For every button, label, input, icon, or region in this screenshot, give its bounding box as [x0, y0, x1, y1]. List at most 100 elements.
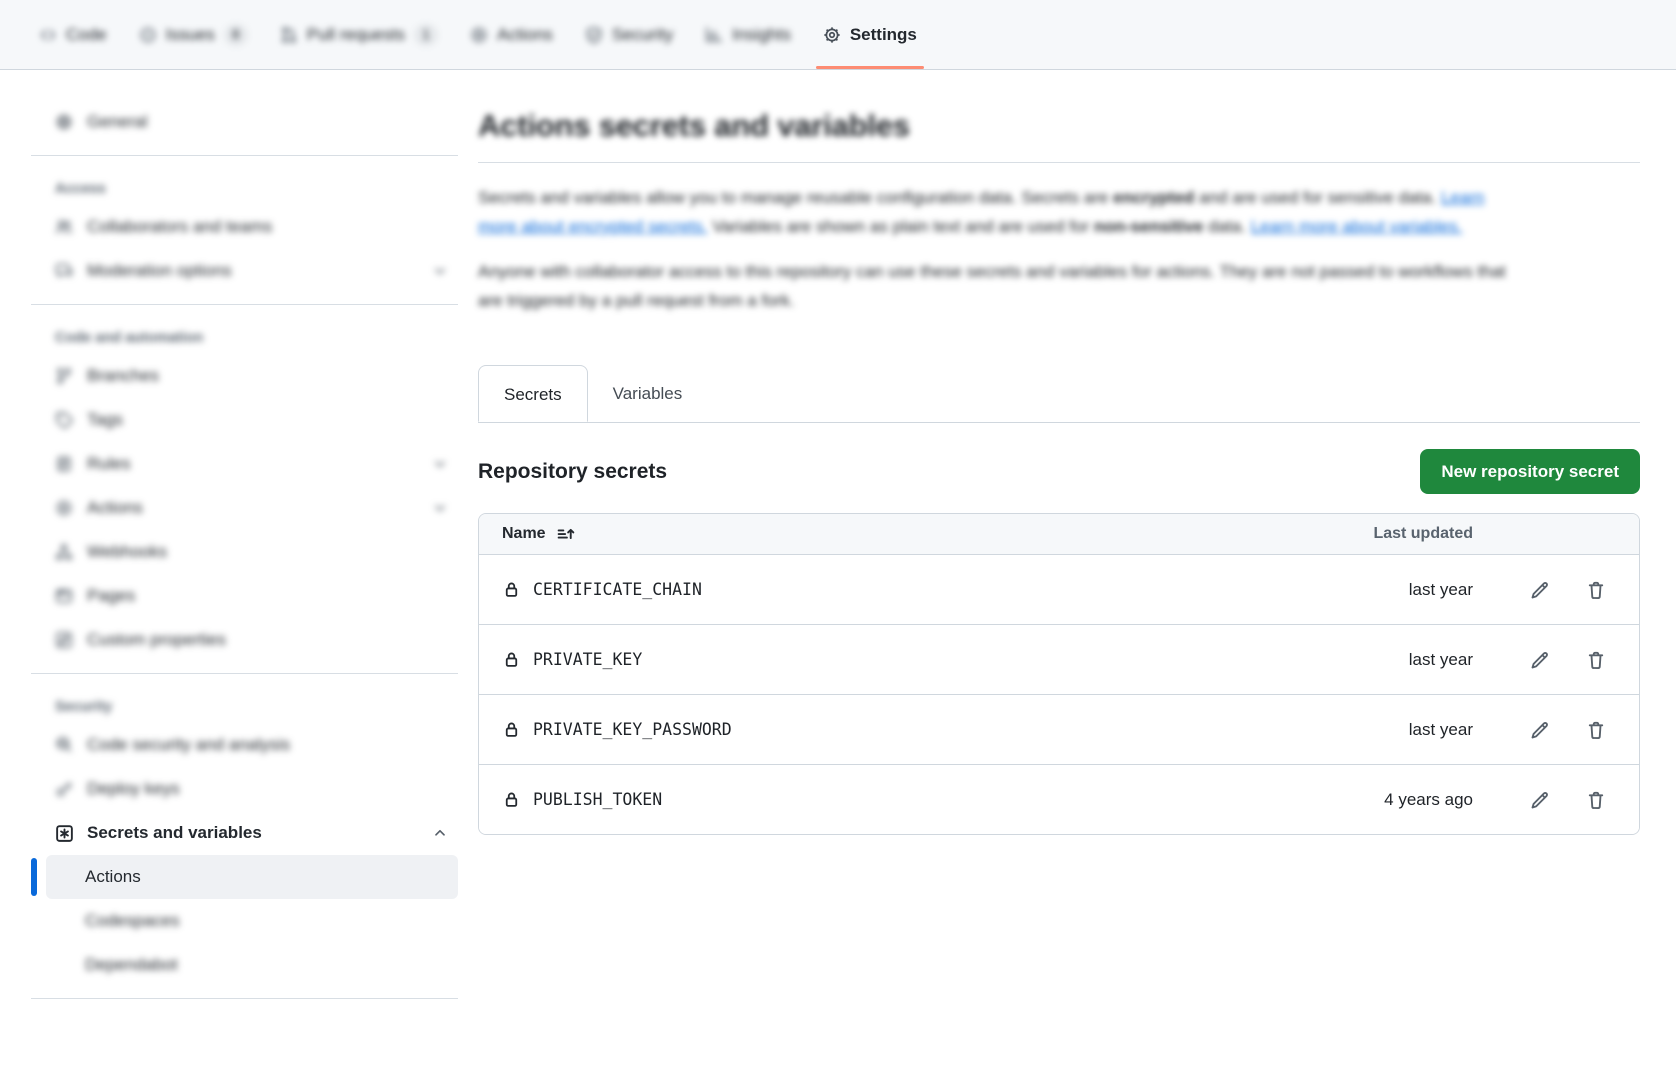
secret-name: PRIVATE_KEY	[533, 650, 642, 669]
tab-secrets[interactable]: Secrets	[478, 365, 588, 422]
nav-item-label: Actions	[497, 25, 553, 45]
sidebar-item-label: Pages	[87, 586, 448, 606]
sidebar-item-rules[interactable]: Rules	[46, 442, 458, 486]
trash-icon	[1586, 790, 1606, 810]
secret-name: PRIVATE_KEY_PASSWORD	[533, 720, 732, 739]
comment-discussion-icon	[55, 262, 73, 280]
intro-text: data.	[1208, 217, 1246, 236]
trash-icon	[1586, 650, 1606, 670]
tag-icon	[55, 411, 73, 429]
sidebar-section-header: Access	[46, 167, 458, 205]
edit-secret-button[interactable]	[1530, 580, 1550, 600]
sidebar-section-header: Code and automation	[46, 316, 458, 354]
sort-by-name-control[interactable]: Name	[502, 525, 575, 544]
intro-paragraph: Secrets and variables allow you to manag…	[478, 183, 1513, 241]
sidebar-section-header: Security	[46, 685, 458, 723]
secret-name: CERTIFICATE_CHAIN	[533, 580, 702, 599]
git-branch-icon	[55, 367, 73, 385]
graph-icon	[705, 26, 723, 44]
settings-sidebar: General Access Collabo	[31, 70, 458, 1010]
codescan-icon	[55, 736, 73, 754]
sidebar-item-label: Actions	[87, 498, 432, 518]
sidebar-item-general[interactable]: General	[46, 100, 458, 144]
nav-item-actions[interactable]: Actions	[457, 0, 566, 69]
count-badge: 8	[224, 24, 248, 46]
sidebar-item-label: Tags	[87, 410, 448, 430]
secrets-variables-tabs: Secrets Variables	[478, 365, 1640, 423]
secret-last-updated: last year	[1323, 720, 1473, 740]
new-repository-secret-button[interactable]: New repository secret	[1420, 449, 1640, 494]
asterisk-box-icon	[55, 824, 73, 842]
sidebar-item-webhooks[interactable]: Webhooks	[46, 530, 458, 574]
sidebar-item-collaborators-and-teams[interactable]: Collaborators and teams	[46, 205, 458, 249]
lock-icon	[502, 580, 521, 599]
secret-row-private-key: PRIVATE_KEY last year	[479, 624, 1639, 694]
sidebar-item-secrets-and-variables[interactable]: Secrets and variables	[46, 811, 458, 855]
secret-last-updated: last year	[1323, 580, 1473, 600]
nav-item-issues[interactable]: Issues 8	[126, 0, 261, 69]
shield-icon	[585, 26, 603, 44]
delete-secret-button[interactable]	[1586, 720, 1606, 740]
intro-text: Secrets and variables allow you to manag…	[478, 188, 1108, 207]
secret-row-publish-token: PUBLISH_TOKEN 4 years ago	[479, 764, 1639, 834]
nav-item-label: Settings	[850, 25, 917, 45]
sidebar-item-tags[interactable]: Tags	[46, 398, 458, 442]
sidebar-item-label: Dependabot	[85, 955, 448, 975]
lock-icon	[502, 790, 521, 809]
pencil-icon	[1530, 650, 1550, 670]
pencil-icon	[1530, 720, 1550, 740]
delete-secret-button[interactable]	[1586, 580, 1606, 600]
secret-row-private-key-password: PRIVATE_KEY_PASSWORD last year	[479, 694, 1639, 764]
sidebar-item-branches[interactable]: Branches	[46, 354, 458, 398]
nav-item-settings[interactable]: Settings	[810, 0, 930, 69]
sidebar-item-label: Actions	[85, 867, 448, 887]
nav-item-insights[interactable]: Insights	[692, 0, 804, 69]
sidebar-item-label: Codespaces	[85, 911, 448, 931]
nav-item-pull-requests[interactable]: Pull requests 1	[267, 0, 451, 69]
sidebar-item-codespaces[interactable]: Codespaces	[46, 899, 458, 943]
rules-icon	[55, 455, 73, 473]
last-updated-column-header: Last updated	[1323, 525, 1473, 543]
sidebar-item-dependabot[interactable]: Dependabot	[46, 943, 458, 987]
sidebar-item-label: Rules	[87, 454, 432, 474]
delete-secret-button[interactable]	[1586, 650, 1606, 670]
page-title: Actions secrets and variables	[478, 108, 1640, 144]
name-column-header: Name	[502, 525, 546, 543]
lock-icon	[502, 720, 521, 739]
sidebar-item-actions[interactable]: Actions	[46, 486, 458, 530]
tab-variables[interactable]: Variables	[588, 365, 708, 422]
delete-secret-button[interactable]	[1586, 790, 1606, 810]
nav-item-label: Code	[66, 25, 107, 45]
issue-opened-icon	[139, 26, 157, 44]
nav-item-code[interactable]: Code	[26, 0, 120, 69]
edit-secret-button[interactable]	[1530, 650, 1550, 670]
link-variables[interactable]: Learn more about variables.	[1251, 217, 1463, 236]
intro-text: and are used for sensitive data.	[1199, 188, 1436, 207]
edit-secret-button[interactable]	[1530, 790, 1550, 810]
sidebar-item-custom-properties[interactable]: Custom properties	[46, 618, 458, 662]
table-body: CERTIFICATE_CHAIN last year	[479, 554, 1639, 834]
nav-item-security[interactable]: Security	[572, 0, 686, 69]
trash-icon	[1586, 580, 1606, 600]
edit-secret-button[interactable]	[1530, 720, 1550, 740]
sidebar-item-actions[interactable]: Actions	[46, 855, 458, 899]
sidebar-item-label: Webhooks	[87, 542, 448, 562]
sidebar-item-code-security-and-analysis[interactable]: Code security and analysis	[46, 723, 458, 767]
sidebar-item-moderation-options[interactable]: Moderation options	[46, 249, 458, 293]
browser-icon	[55, 587, 73, 605]
chevron-up-icon	[432, 825, 448, 841]
main-content: Actions secrets and variables Secrets an…	[458, 70, 1676, 835]
pencil-icon	[1530, 790, 1550, 810]
people-icon	[55, 218, 73, 236]
sidebar-divider	[31, 155, 458, 156]
sidebar-item-label: Code security and analysis	[87, 735, 448, 755]
repo-tab-nav: Code Issues 8 Pull requests 1 Actions Se…	[0, 0, 1676, 70]
sidebar-item-deploy-keys[interactable]: Deploy keys	[46, 767, 458, 811]
sidebar-item-pages[interactable]: Pages	[46, 574, 458, 618]
trash-icon	[1586, 720, 1606, 740]
code-icon	[39, 26, 57, 44]
sidebar-divider	[31, 673, 458, 674]
collaborator-paragraph: Anyone with collaborator access to this …	[478, 257, 1513, 315]
sort-ascending-icon	[556, 525, 575, 544]
gear-icon	[55, 113, 73, 131]
